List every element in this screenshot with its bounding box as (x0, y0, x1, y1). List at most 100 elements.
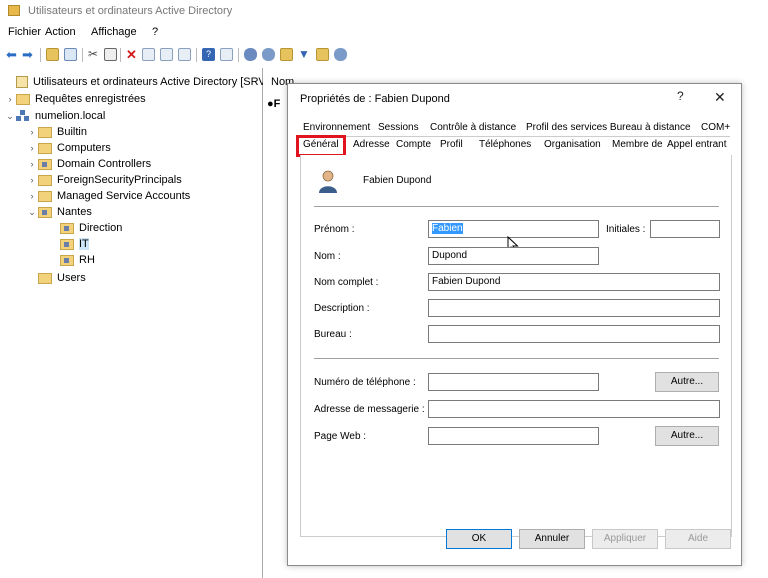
label-telephone: Numéro de téléphone : (314, 377, 416, 388)
menu-action[interactable]: Action (45, 26, 76, 38)
help-icon[interactable]: ? (202, 48, 215, 61)
autre-web-button[interactable]: Autre... (655, 426, 719, 446)
prenom-value: Fabien (432, 223, 463, 234)
tree-item-rh[interactable]: RH (48, 252, 95, 268)
add-to-group-icon[interactable] (334, 48, 347, 61)
general-panel: Fabien Dupond Prénom : Fabien Initiales … (300, 155, 732, 537)
folder-icon (38, 142, 52, 154)
annuler-button[interactable]: Annuler (519, 529, 585, 549)
chevron-right-icon[interactable]: › (26, 175, 38, 185)
find-icon[interactable] (316, 48, 329, 61)
refresh-icon[interactable] (160, 48, 173, 61)
chevron-down-icon[interactable]: ⌄ (4, 111, 16, 122)
tab-compte[interactable]: Compte (393, 137, 434, 153)
cut-icon[interactable]: ✂ (88, 48, 101, 61)
tree-root[interactable]: Utilisateurs et ordinateurs Active Direc… (4, 74, 272, 90)
aide-button[interactable]: Aide (665, 529, 731, 549)
tree-item-builtin[interactable]: › Builtin (26, 124, 87, 140)
list-item-label: F (273, 98, 281, 110)
tab-adresse[interactable]: Adresse (350, 137, 393, 153)
menu-help[interactable]: ? (152, 26, 158, 38)
tab-com-plus[interactable]: COM+ (698, 120, 733, 136)
label-initiales: Initiales : (606, 224, 646, 235)
tree-root-label: Utilisateurs et ordinateurs Active Direc… (33, 76, 272, 88)
folder-icon (38, 190, 52, 202)
tab-general[interactable]: Général (296, 135, 346, 157)
list-item[interactable]: ●F (267, 98, 280, 110)
tree-item-label: Users (57, 272, 86, 284)
tab-profil[interactable]: Profil (437, 137, 466, 153)
tree-item-domain-controllers[interactable]: › Domain Controllers (26, 156, 152, 172)
window-titlebar: Utilisateurs et ordinateurs Active Direc… (0, 0, 768, 24)
tree-item-foreign-security-principals[interactable]: › ForeignSecurityPrincipals (26, 172, 182, 188)
forward-arrow-icon[interactable]: ➡ (22, 48, 35, 61)
ou-icon (60, 254, 74, 266)
tab-environnement[interactable]: Environnement (300, 120, 373, 136)
tree-item-users[interactable]: Users (26, 270, 86, 286)
tab-sessions[interactable]: Sessions (375, 120, 422, 136)
help-button[interactable]: ? (677, 89, 684, 103)
properties-icon[interactable] (142, 48, 155, 61)
menu-affichage[interactable]: Affichage (91, 26, 137, 38)
autre-telephone-button[interactable]: Autre... (655, 372, 719, 392)
window-title: Utilisateurs et ordinateurs Active Direc… (28, 5, 233, 17)
web-field[interactable] (428, 427, 599, 445)
chevron-right-icon[interactable]: › (26, 143, 38, 153)
filter-icon[interactable]: ▼ (298, 48, 311, 61)
export-icon[interactable] (178, 48, 191, 61)
copy-icon[interactable] (104, 48, 117, 61)
tab-appel-entrant[interactable]: Appel entrant (664, 137, 730, 153)
label-email: Adresse de messagerie : (314, 404, 425, 415)
bureau-field[interactable] (428, 325, 720, 343)
tree-item-computers[interactable]: › Computers (26, 140, 111, 156)
tree-item-label: RH (79, 254, 95, 266)
appliquer-button[interactable]: Appliquer (592, 529, 658, 549)
chevron-down-icon[interactable]: ⌄ (26, 207, 38, 218)
console-icon[interactable] (220, 48, 233, 61)
tree-item-domain[interactable]: ⌄ numelion.local (4, 108, 105, 124)
tree-item-label: numelion.local (35, 110, 106, 122)
ok-button[interactable]: OK (446, 529, 512, 549)
tree-item-direction[interactable]: Direction (48, 220, 122, 236)
tree-item-nantes[interactable]: ⌄ Nantes (26, 204, 92, 220)
menu-fichier[interactable]: Fichier (8, 26, 41, 38)
tree-item-it[interactable]: IT (48, 236, 89, 252)
delete-icon[interactable]: ✕ (126, 48, 139, 61)
ad-app-icon (8, 5, 20, 16)
tab-profil-services-bureau[interactable]: Profil des services Bureau à distance (523, 120, 694, 136)
new-user-icon[interactable] (244, 48, 257, 61)
show-tree-icon[interactable] (64, 48, 77, 61)
nom-field[interactable]: Dupond (428, 247, 599, 265)
tree-item-label: Managed Service Accounts (57, 190, 191, 202)
chevron-right-icon[interactable]: › (26, 127, 38, 137)
back-arrow-icon[interactable]: ⬅ (6, 48, 19, 61)
email-field[interactable] (428, 400, 720, 418)
label-bureau: Bureau : (314, 329, 352, 340)
folder-icon (38, 126, 52, 138)
tree-item-label: Domain Controllers (57, 158, 152, 170)
label-nom-complet: Nom complet : (314, 277, 379, 288)
description-field[interactable] (428, 299, 720, 317)
tab-telephones[interactable]: Téléphones (476, 137, 534, 153)
tree-item-saved-queries[interactable]: › Requêtes enregistrées (4, 91, 146, 107)
user-icon (319, 170, 337, 193)
close-button[interactable]: ✕ (714, 89, 726, 106)
up-folder-icon[interactable] (46, 48, 59, 61)
label-web: Page Web : (314, 431, 367, 442)
tree-item-managed-service-accounts[interactable]: › Managed Service Accounts (26, 188, 191, 204)
tab-controle-distance[interactable]: Contrôle à distance (427, 120, 519, 136)
initiales-field[interactable] (650, 220, 720, 238)
telephone-field[interactable] (428, 373, 599, 391)
chevron-right-icon[interactable]: › (4, 94, 16, 104)
new-group-icon[interactable] (262, 48, 275, 61)
console-tree: Utilisateurs et ordinateurs Active Direc… (0, 68, 272, 578)
chevron-right-icon[interactable]: › (26, 159, 38, 169)
new-ou-icon[interactable] (280, 48, 293, 61)
tab-organisation[interactable]: Organisation (541, 137, 604, 153)
folder-icon (38, 174, 52, 186)
properties-dialog: Propriétés de : Fabien Dupond ? ✕ Enviro… (287, 83, 742, 566)
tab-membre-de[interactable]: Membre de (609, 137, 666, 153)
chevron-right-icon[interactable]: › (26, 191, 38, 201)
menu-bar: Fichier Action Affichage ? (0, 24, 768, 42)
nom-complet-field[interactable]: Fabien Dupond (428, 273, 720, 291)
